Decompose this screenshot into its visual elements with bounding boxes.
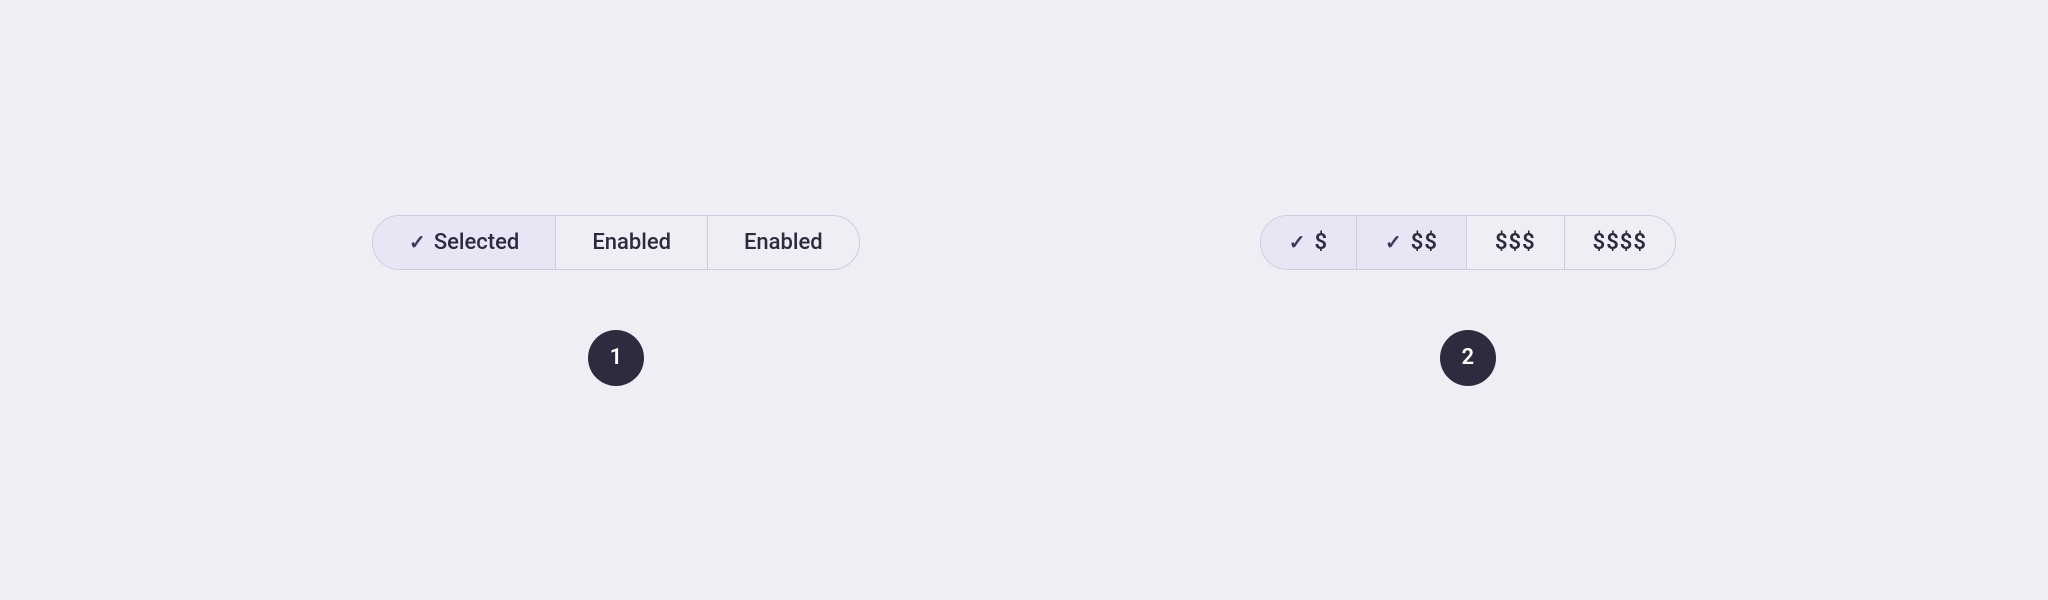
- badge-2: 2: [1440, 330, 1496, 386]
- segment-enabled-2-label: Enabled: [744, 230, 823, 255]
- segmented-control-2[interactable]: ✓ $ ✓ $$ $$$ $$$$: [1260, 215, 1676, 270]
- segment-dollar-4-label: $$$$: [1593, 230, 1647, 255]
- segment-dollar-3-label: $$$: [1495, 230, 1536, 255]
- segment-dollar-3[interactable]: $$$: [1467, 216, 1565, 269]
- badge-1-number: 1: [610, 345, 623, 370]
- segment-enabled-1-label: Enabled: [592, 230, 671, 255]
- segment-dollar-1-label: $: [1314, 230, 1328, 255]
- segment-enabled-2[interactable]: Enabled: [708, 216, 859, 269]
- segment-selected[interactable]: ✓ Selected: [373, 216, 556, 269]
- badge-1: 1: [588, 330, 644, 386]
- segment-selected-label: Selected: [434, 230, 520, 255]
- segment-dollar-1[interactable]: ✓ $: [1261, 216, 1357, 269]
- check-icon-3: ✓: [1385, 230, 1403, 254]
- demo-section-1: ✓ Selected Enabled Enabled 1: [372, 215, 860, 386]
- demo-section-2: ✓ $ ✓ $$ $$$ $$$$ 2: [1260, 215, 1676, 386]
- segment-dollar-4[interactable]: $$$$: [1565, 216, 1675, 269]
- segment-enabled-1[interactable]: Enabled: [556, 216, 708, 269]
- check-icon-2: ✓: [1289, 230, 1307, 254]
- badge-2-number: 2: [1462, 345, 1475, 370]
- page-container: ✓ Selected Enabled Enabled 1 ✓ $ ✓ $$: [0, 0, 2048, 600]
- segment-dollar-2[interactable]: ✓ $$: [1357, 216, 1467, 269]
- check-icon-1: ✓: [409, 230, 426, 254]
- segmented-control-1[interactable]: ✓ Selected Enabled Enabled: [372, 215, 860, 270]
- segment-dollar-2-label: $$: [1411, 230, 1438, 255]
